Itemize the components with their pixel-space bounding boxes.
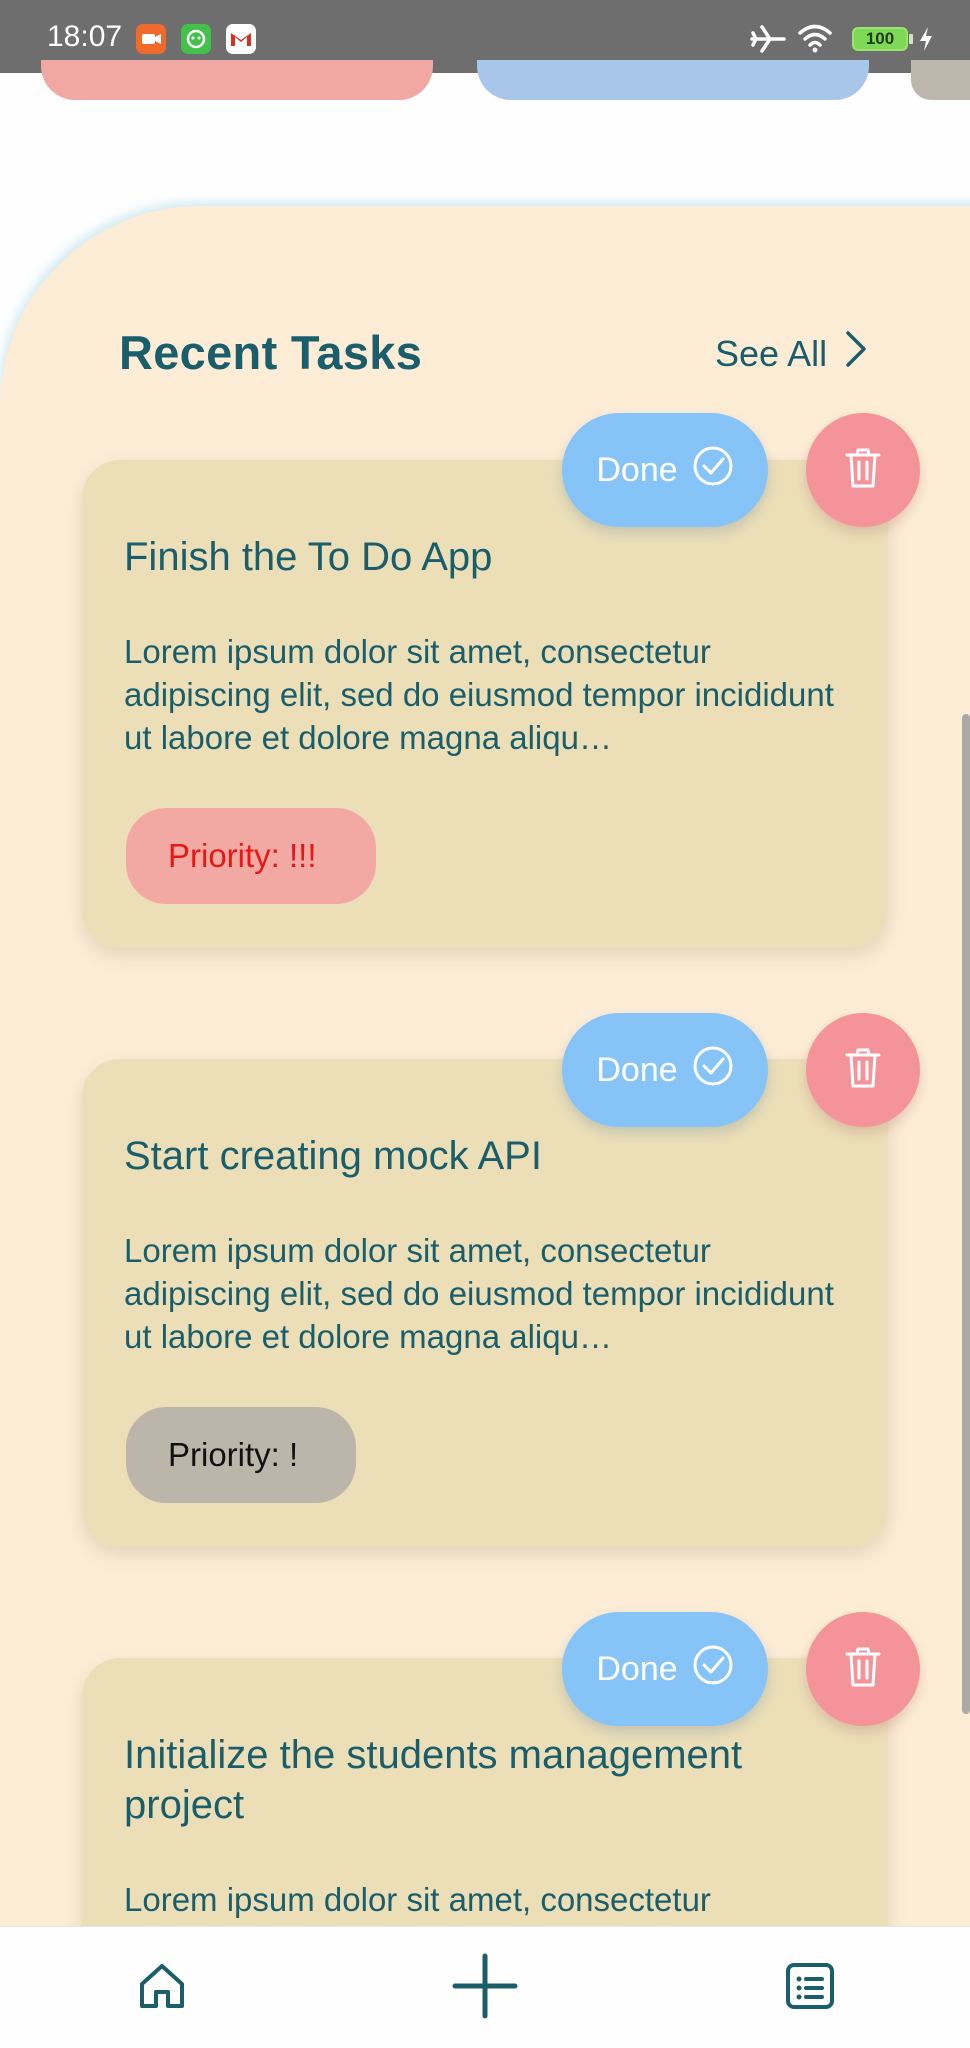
battery-icon: 100 xyxy=(852,27,908,51)
task-title: Finish the To Do App xyxy=(124,535,493,579)
nav-tasks-button[interactable] xyxy=(775,1953,845,2023)
add-icon xyxy=(452,1953,518,2024)
done-button[interactable]: Done xyxy=(562,1612,768,1726)
task-description: Lorem ipsum dolor sit amet, consectetur … xyxy=(124,1232,834,1355)
home-icon xyxy=(136,1960,188,2017)
see-all-label: See All xyxy=(715,332,828,374)
task-description: Lorem ipsum dolor sit amet, consectetur xyxy=(124,1881,711,1918)
delete-button[interactable] xyxy=(806,1612,920,1726)
chevron-right-icon xyxy=(845,330,867,377)
trash-icon xyxy=(843,1046,883,1095)
task-title: Start creating mock API xyxy=(124,1134,542,1178)
status-time: 18:07 xyxy=(47,20,123,53)
battery-tip xyxy=(909,34,913,44)
bottom-nav xyxy=(0,1926,970,2048)
check-circle-icon xyxy=(692,1644,734,1695)
carousel-card[interactable] xyxy=(477,60,869,100)
done-button[interactable]: Done xyxy=(562,413,768,527)
see-all-button[interactable]: See All xyxy=(715,330,867,377)
check-circle-icon xyxy=(692,1045,734,1096)
wifi-icon xyxy=(797,22,833,59)
done-button[interactable]: Done xyxy=(562,1013,768,1127)
video-call-icon xyxy=(136,24,166,54)
task-card[interactable]: Finish the To Do App Lorem ipsum dolor s… xyxy=(82,460,888,948)
section-title: Recent Tasks xyxy=(119,326,423,379)
nav-add-button[interactable] xyxy=(450,1953,520,2023)
trash-icon xyxy=(843,1645,883,1694)
gmail-icon xyxy=(226,24,256,54)
task-description: Lorem ipsum dolor sit amet, consectetur … xyxy=(124,633,834,756)
delete-button[interactable] xyxy=(806,1013,920,1127)
scrollbar[interactable] xyxy=(962,714,970,1714)
done-label: Done xyxy=(596,450,678,489)
priority-badge: Priority: ! xyxy=(126,1407,356,1503)
priority-badge: Priority: !!! xyxy=(126,808,376,904)
carousel-card[interactable] xyxy=(41,60,433,100)
check-circle-icon xyxy=(692,445,734,496)
trash-icon xyxy=(843,446,883,495)
carousel-card[interactable] xyxy=(911,60,970,100)
nav-home-button[interactable] xyxy=(127,1953,197,2023)
task-title: Initialize the students management proje… xyxy=(124,1733,743,1827)
delete-button[interactable] xyxy=(806,413,920,527)
done-label: Done xyxy=(596,1649,678,1688)
chat-app-icon xyxy=(181,24,211,54)
screen: 18:07 100 Recent Tasks See All Finish th… xyxy=(0,0,970,2048)
task-card[interactable]: Start creating mock API Lorem ipsum dolo… xyxy=(82,1059,888,1547)
airplane-mode-icon xyxy=(750,24,786,59)
charging-icon xyxy=(918,26,934,57)
done-label: Done xyxy=(596,1050,678,1089)
task-list-icon xyxy=(785,1962,835,2015)
